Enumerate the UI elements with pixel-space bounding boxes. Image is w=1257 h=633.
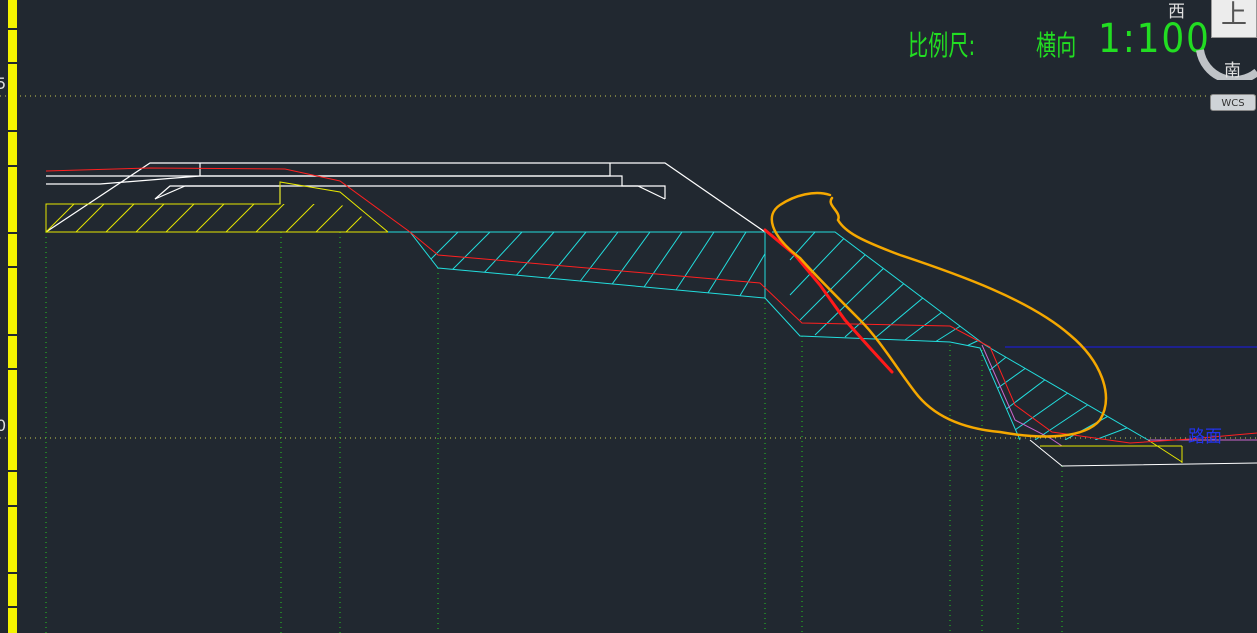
- road-surface-lines: [1029, 439, 1257, 467]
- yellow-hatch-region: [45, 181, 390, 233]
- scale-direction: 横向: [1036, 29, 1077, 62]
- cyan-hatch-region-slope: [764, 231, 1149, 441]
- cyan-hatch-region-main: [388, 231, 766, 299]
- cad-drawing-canvas[interactable]: [0, 0, 1257, 633]
- road-surface-label: 路面: [1188, 427, 1222, 447]
- red-markup-stroke: [763, 228, 894, 374]
- viewcube-west[interactable]: 西: [1168, 0, 1185, 22]
- red-ground-line: [45, 167, 1257, 444]
- vertical-station-lines: [45, 232, 1063, 633]
- white-outline: [45, 162, 766, 233]
- scale-label: 比例尺:: [908, 29, 976, 62]
- wcs-button[interactable]: WCS: [1210, 94, 1256, 111]
- viewcube-top-face[interactable]: 上: [1211, 0, 1257, 38]
- viewcube-south[interactable]: 南: [1224, 56, 1241, 81]
- vertical-ruler: [8, 0, 17, 633]
- ruler-mark-5: 5: [0, 74, 7, 93]
- ruler-mark-0: 0: [0, 416, 7, 435]
